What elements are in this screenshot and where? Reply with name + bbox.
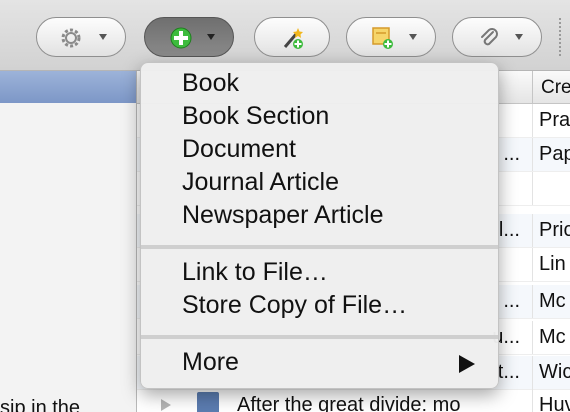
creator-cell: Pra [539, 109, 570, 131]
title-cell: ... [503, 143, 520, 165]
creator-cell: Lin [539, 253, 566, 275]
menu-separator [141, 245, 498, 249]
new-item-button[interactable] [144, 17, 234, 57]
creator-cell: Mc [539, 326, 566, 348]
toolbar [0, 0, 570, 71]
chevron-down-icon [207, 34, 215, 40]
paperclip-icon [481, 28, 498, 46]
add-by-identifier-button[interactable] [254, 17, 330, 57]
add-attachment-button[interactable] [452, 17, 542, 57]
title-cell: t... [497, 361, 520, 383]
creator-cell: Pap [539, 143, 570, 165]
chevron-down-icon [99, 34, 107, 40]
column-header-creator[interactable]: Cre [541, 77, 570, 99]
note-icon [372, 27, 393, 49]
disclosure-triangle-icon[interactable] [161, 399, 171, 411]
table-row[interactable]: After the great divide: mo Huv [137, 389, 570, 412]
gear-icon [61, 28, 81, 48]
creator-cell: Mc [539, 290, 566, 312]
new-item-menu: Book Book Section Document Journal Artic… [140, 62, 499, 389]
magic-wand-icon [283, 28, 303, 49]
menu-item-journal-article[interactable]: Journal Article [182, 168, 339, 197]
menu-item-store-copy-of-file[interactable]: Store Copy of File… [182, 291, 407, 320]
new-note-button[interactable] [346, 17, 436, 57]
column-divider[interactable] [532, 71, 533, 103]
creator-cell: Wic [539, 361, 570, 383]
plus-circle-icon [170, 27, 192, 49]
creator-cell: Pric [539, 219, 570, 241]
toolbar-separator [559, 18, 563, 56]
title-cell: ... [503, 290, 520, 312]
menu-item-book-section[interactable]: Book Section [182, 102, 329, 131]
menu-item-book[interactable]: Book [182, 69, 239, 98]
submenu-arrow-icon [459, 355, 475, 373]
title-cell: After the great divide: mo [237, 394, 461, 412]
menu-item-newspaper-article[interactable]: Newspaper Article [182, 201, 383, 230]
selected-collection-row[interactable] [0, 71, 136, 103]
menu-item-more[interactable]: More [182, 348, 239, 377]
collections-pane: sip in the [0, 71, 137, 412]
menu-item-document[interactable]: Document [182, 135, 296, 164]
menu-separator [141, 335, 498, 339]
title-cell: l... [498, 219, 520, 241]
actions-button[interactable] [36, 17, 126, 57]
chevron-down-icon [515, 34, 523, 40]
menu-item-link-to-file[interactable]: Link to File… [182, 258, 328, 287]
chevron-down-icon [409, 34, 417, 40]
creator-cell: Huv [539, 394, 570, 412]
book-icon [197, 392, 219, 412]
left-pane-text: sip in the [0, 397, 81, 412]
